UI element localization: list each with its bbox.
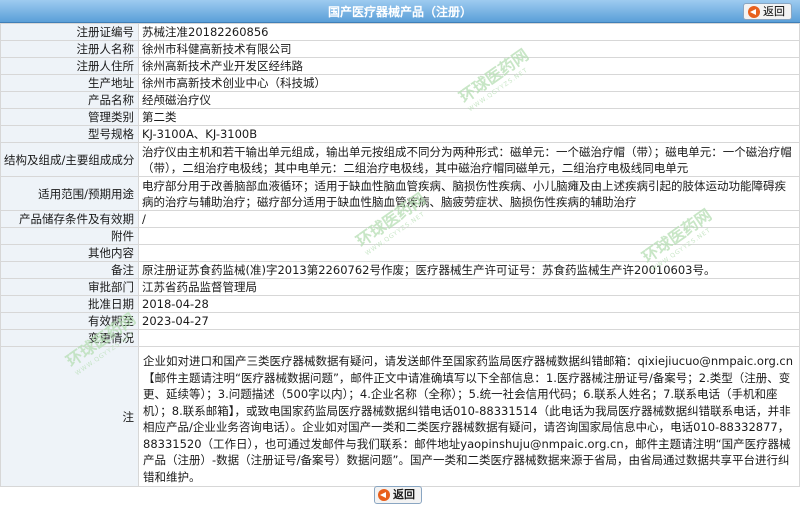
row-label: 其他内容 (0, 244, 139, 262)
note-row: 注 企业如对进口和国产三类医疗器械数据有疑问，请发送邮件至国家药监局医疗器械数据… (0, 346, 800, 487)
row-value: 2018-04-28 (138, 295, 800, 313)
row-label: 变更情况 (0, 329, 139, 347)
row-label: 注册证编号 (0, 23, 139, 41)
row-value: 经颅磁治疗仪 (138, 91, 800, 109)
table-row: 注册证编号 苏械注准20182260856 (0, 23, 800, 41)
page-title: 国产医疗器械产品（注册） (327, 5, 472, 19)
row-value: KJ-3100A、KJ-3100B (138, 125, 800, 143)
row-value: 徐州市科健高新技术有限公司 (138, 40, 800, 58)
row-value: / (138, 210, 800, 228)
table-row: 批准日期 2018-04-28 (0, 295, 800, 313)
row-value: 治疗仪由主机和若干输出单元组成，输出单元按组成不同分为两种形式：磁单元：一个磁治… (138, 142, 800, 177)
table-row: 管理类别 第二类 (0, 108, 800, 126)
row-label: 注册人名称 (0, 40, 139, 58)
row-value: 徐州高新技术产业开发区经纬路 (138, 57, 800, 75)
table-row: 注册人名称 徐州市科健高新技术有限公司 (0, 40, 800, 58)
row-value: 徐州市高新技术创业中心（科技城） (138, 74, 800, 92)
page: 国产医疗器械产品（注册） 返回 注册证编号 苏械注准20182260856 注册人… (0, 0, 800, 508)
row-label: 注册人住所 (0, 57, 139, 75)
row-label: 审批部门 (0, 278, 139, 296)
row-label: 批准日期 (0, 295, 139, 313)
back-button-label: 返回 (763, 5, 785, 18)
back-arrow-icon (748, 5, 760, 18)
table-row: 附件 (0, 227, 800, 245)
row-label: 结构及组成/主要组成成分 (0, 142, 139, 177)
back-button-top[interactable]: 返回 (743, 3, 792, 20)
back-button-label: 返回 (393, 488, 415, 501)
row-value: 第二类 (138, 108, 800, 126)
table-row: 备注 原注册证苏食药监械(准)字2013第2260762号作废；医疗器械生产许可证… (0, 261, 800, 279)
table-row: 产品名称 经颅磁治疗仪 (0, 91, 800, 109)
row-value: 苏械注准20182260856 (138, 23, 800, 41)
row-value (138, 227, 800, 245)
note-label: 注 (0, 346, 139, 487)
row-value: 电疗部分用于改善脑部血液循环；适用于缺血性脑血管疾病、脑损伤性疾病、小儿脑瘫及由… (138, 176, 800, 211)
row-label: 生产地址 (0, 74, 139, 92)
row-label: 有效期至 (0, 312, 139, 330)
row-label: 附件 (0, 227, 139, 245)
table-row: 审批部门 江苏省药品监督管理局 (0, 278, 800, 296)
row-label: 产品名称 (0, 91, 139, 109)
title-bar: 国产医疗器械产品（注册） 返回 (0, 0, 800, 23)
note-text: 企业如对进口和国产三类医疗器械数据有疑问，请发送邮件至国家药监局医疗器械数据纠错… (138, 346, 800, 487)
table-row: 生产地址 徐州市高新技术创业中心（科技城） (0, 74, 800, 92)
table-row: 结构及组成/主要组成成分 治疗仪由主机和若干输出单元组成，输出单元按组成不同分为两… (0, 142, 800, 177)
table-row: 适用范围/预期用途 电疗部分用于改善脑部血液循环；适用于缺血性脑血管疾病、脑损伤性… (0, 176, 800, 211)
row-label: 备注 (0, 261, 139, 279)
table-row: 有效期至 2023-04-27 (0, 312, 800, 330)
row-value: 江苏省药品监督管理局 (138, 278, 800, 296)
row-label: 型号规格 (0, 125, 139, 143)
row-value: 原注册证苏食药监械(准)字2013第2260762号作废；医疗器械生产许可证号：… (138, 261, 800, 279)
table-row: 型号规格 KJ-3100A、KJ-3100B (0, 125, 800, 143)
table-row: 产品储存条件及有效期 / (0, 210, 800, 228)
table-row: 其他内容 (0, 244, 800, 262)
row-value (138, 244, 800, 262)
back-button-bottom[interactable]: 返回 (374, 486, 422, 504)
row-label: 管理类别 (0, 108, 139, 126)
back-arrow-icon (378, 489, 390, 501)
table-row: 变更情况 (0, 329, 800, 347)
row-label: 适用范围/预期用途 (0, 176, 139, 211)
registration-table: 注册证编号 苏械注准20182260856 注册人名称 徐州市科健高新技术有限公司 … (0, 23, 800, 487)
row-label: 产品储存条件及有效期 (0, 210, 139, 228)
row-value (138, 329, 800, 347)
row-value: 2023-04-27 (138, 312, 800, 330)
table-row: 注册人住所 徐州高新技术产业开发区经纬路 (0, 57, 800, 75)
